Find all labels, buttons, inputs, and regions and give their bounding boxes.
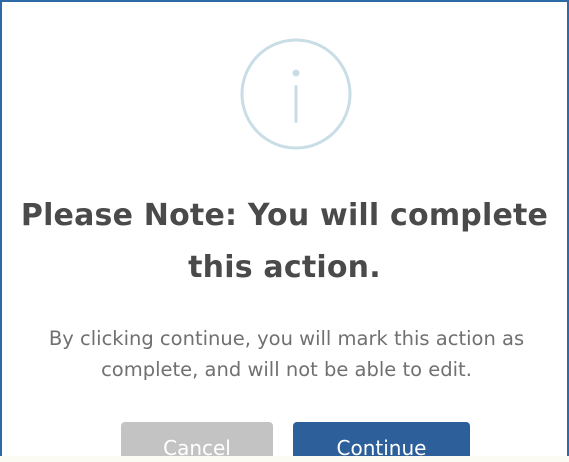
dialog-title: Please Note: You will complete this acti… bbox=[20, 198, 549, 285]
dialog-message: By clicking continue, you will mark this… bbox=[48, 327, 525, 381]
info-circle-icon bbox=[240, 38, 352, 150]
bottom-edge bbox=[0, 456, 569, 462]
confirmation-dialog: Please Note: You will complete this acti… bbox=[0, 0, 569, 462]
